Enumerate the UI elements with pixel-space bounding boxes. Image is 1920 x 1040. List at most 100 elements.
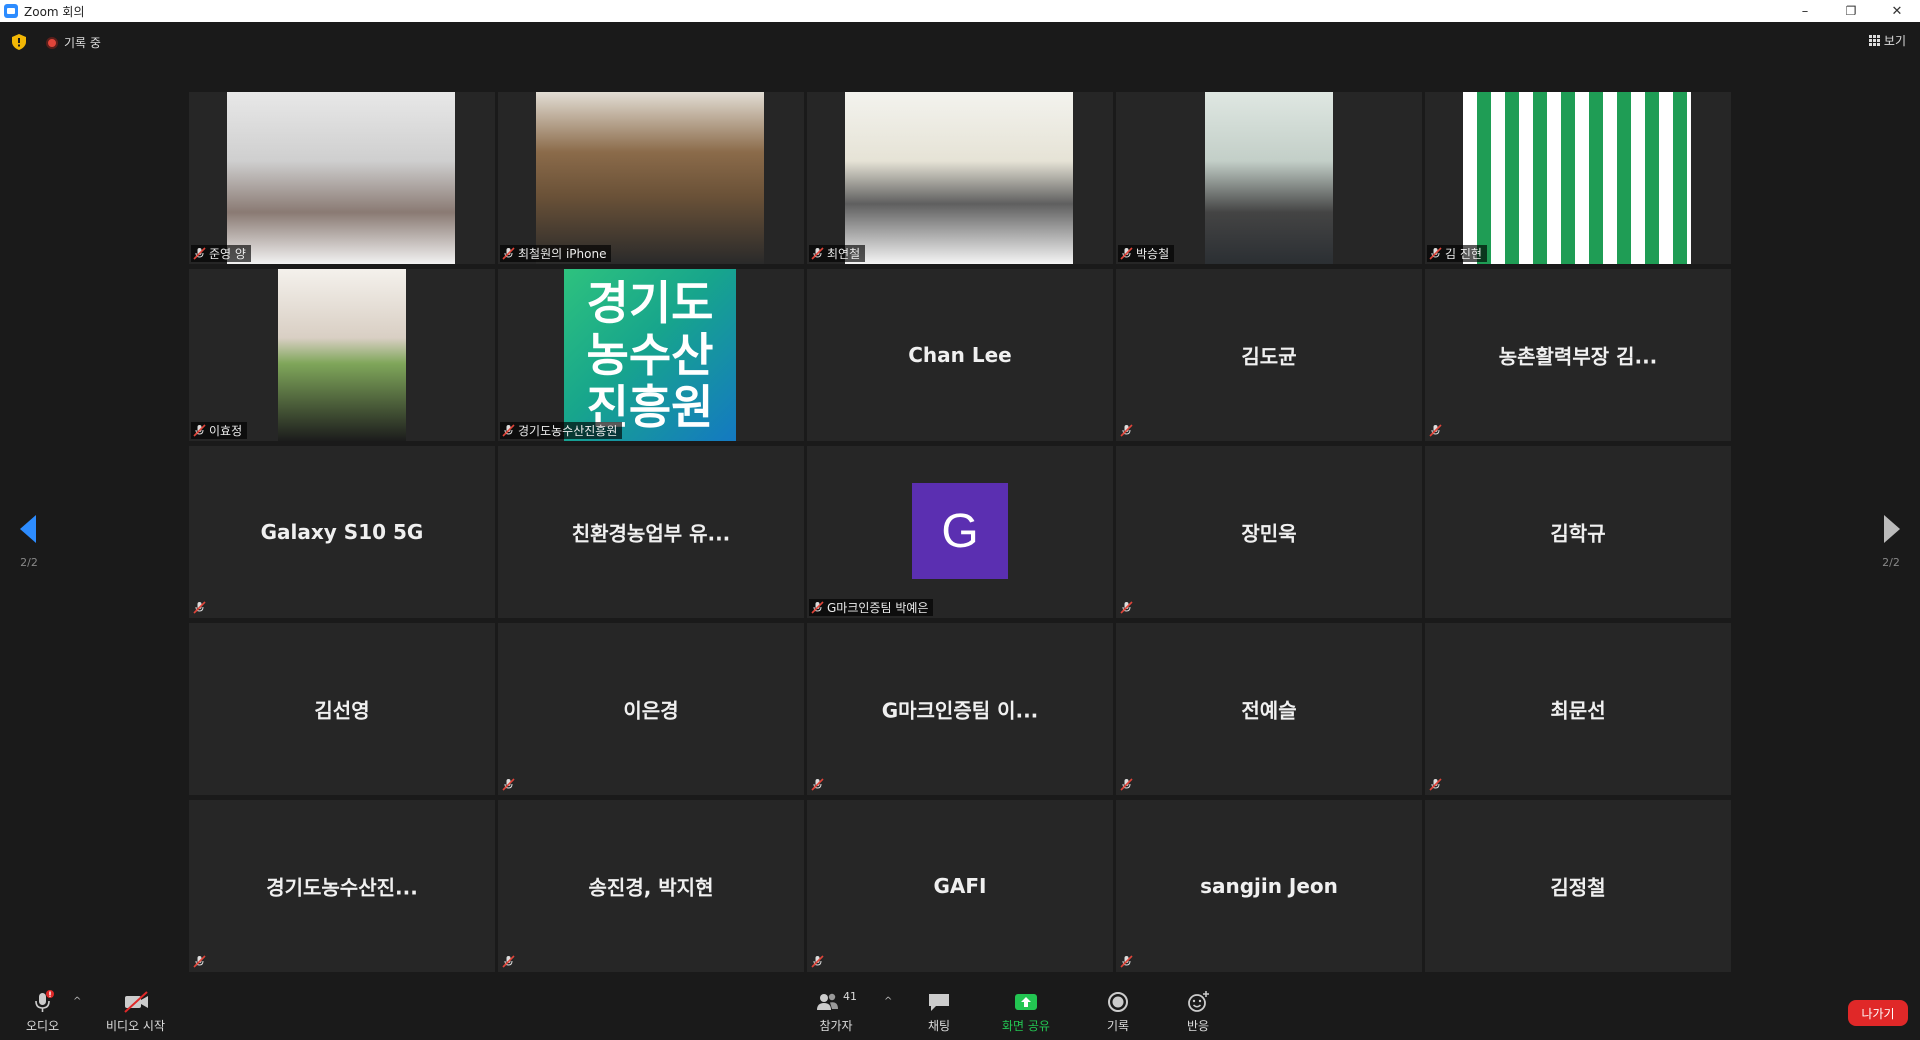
participant-name-label: 최연철: [809, 245, 866, 262]
window-titlebar: Zoom 회의 – ❐ ✕: [0, 0, 1920, 22]
participant-video: [1463, 92, 1691, 264]
organization-logo-image: 경기도 농수산 진흥원: [564, 269, 736, 441]
participant-tile[interactable]: 경기도농수산진...: [189, 800, 495, 972]
mic-muted-icon: [811, 778, 824, 791]
participant-display-name: 김학규: [1550, 521, 1606, 546]
zoom-app-icon: [4, 4, 18, 18]
participant-display-name: GAFI: [933, 874, 987, 898]
participant-name-label: 준영 양: [191, 245, 251, 262]
mic-muted-icon: [193, 955, 206, 968]
participant-name-label: 이효정: [191, 422, 248, 439]
mic-muted-icon: [1120, 778, 1133, 791]
mic-muted-icon: [502, 424, 515, 437]
participant-tile[interactable]: 장민욱: [1116, 446, 1422, 618]
participant-display-name: 경기도농수산진...: [266, 875, 418, 900]
participant-tile[interactable]: 송진경, 박지현: [498, 800, 804, 972]
participant-tile[interactable]: 농촌활력부장 김...: [1425, 269, 1731, 441]
mic-muted-icon: [1429, 778, 1442, 791]
participant-tile[interactable]: 이은경: [498, 623, 804, 795]
participant-tile[interactable]: 친환경농업부 유...: [498, 446, 804, 618]
participants-button[interactable]: 41 참가자: [815, 990, 857, 1034]
restore-button[interactable]: ❐: [1828, 0, 1874, 22]
participant-tile[interactable]: Galaxy S10 5G: [189, 446, 495, 618]
mic-muted-icon: [1120, 247, 1133, 260]
participant-tile[interactable]: G G마크인증팀 박예은: [807, 446, 1113, 618]
meeting-topbar: 기록 중 보기: [0, 22, 1920, 64]
prev-page-indicator: 2/2: [20, 556, 38, 569]
participant-name-label: G마크인증팀 박예은: [809, 599, 934, 616]
participant-tile[interactable]: 김학규: [1425, 446, 1731, 618]
participant-display-name: Galaxy S10 5G: [260, 520, 424, 544]
share-screen-button[interactable]: 화면 공유: [1002, 990, 1050, 1034]
mic-muted-icon: [502, 778, 515, 791]
mic-muted-icon: [811, 601, 824, 614]
participant-display-name: 김도균: [1241, 344, 1297, 369]
participant-display-name: sangjin Jeon: [1200, 874, 1338, 898]
participant-video: [227, 92, 455, 264]
record-button[interactable]: 기록: [1105, 990, 1131, 1034]
mic-muted-icon: [1120, 601, 1133, 614]
participant-tile[interactable]: GAFI: [807, 800, 1113, 972]
window-title: Zoom 회의: [24, 4, 85, 19]
mic-muted-icon: [1120, 424, 1133, 437]
participant-tile[interactable]: 김정철: [1425, 800, 1731, 972]
participants-icon: [817, 993, 838, 1010]
participant-tile[interactable]: 준영 양: [189, 92, 495, 264]
participant-display-name: G마크인증팀 이...: [881, 698, 1039, 723]
minimize-button[interactable]: –: [1782, 0, 1828, 22]
emoji-reaction-icon: [1188, 991, 1209, 1012]
view-label: 보기: [1883, 34, 1906, 48]
participant-tile[interactable]: Chan Lee: [807, 269, 1113, 441]
participant-video: [536, 92, 764, 264]
participant-tile[interactable]: 박승철: [1116, 92, 1422, 264]
view-button[interactable]: 보기: [1868, 32, 1906, 49]
record-label: 기록: [1106, 1019, 1130, 1033]
start-video-button[interactable]: 비디오 시작: [106, 990, 165, 1034]
participant-video: [1205, 92, 1333, 264]
participant-tile[interactable]: 경기도 농수산 진흥원 경기도농수산진흥원: [498, 269, 804, 441]
participant-tile[interactable]: 전예슬: [1116, 623, 1422, 795]
participant-display-name: 이은경: [623, 698, 679, 723]
mic-muted-icon: [193, 424, 206, 437]
participant-tile[interactable]: 최문선: [1425, 623, 1731, 795]
next-page-indicator: 2/2: [1882, 556, 1900, 569]
participant-tile[interactable]: G마크인증팀 이...: [807, 623, 1113, 795]
participant-video: [845, 92, 1073, 264]
audio-button[interactable]: 오디오: [26, 990, 59, 1034]
shield-icon[interactable]: [12, 34, 26, 50]
participant-tile[interactable]: 최연철: [807, 92, 1113, 264]
prev-page-arrow-icon[interactable]: [20, 515, 36, 543]
participant-display-name: 송진경, 박지현: [588, 875, 714, 900]
reactions-button[interactable]: 반응: [1185, 990, 1211, 1034]
meeting-toolbar: 오디오 ^ 비디오 시작 41 참가자 ^ 채팅 화면 공유 기록 반응 나가기: [0, 976, 1920, 1040]
participant-display-name: 김선영: [314, 698, 370, 723]
chat-button[interactable]: 채팅: [926, 990, 952, 1034]
mic-muted-icon: [502, 955, 515, 968]
close-button[interactable]: ✕: [1874, 0, 1920, 22]
participant-display-name: Chan Lee: [908, 343, 1012, 367]
mic-muted-icon: [193, 601, 206, 614]
participant-display-name: 친환경농업부 유...: [571, 521, 731, 546]
grid-view-icon: [1868, 35, 1880, 46]
participant-tile[interactable]: 김도균: [1116, 269, 1422, 441]
leave-meeting-button[interactable]: 나가기: [1848, 1000, 1908, 1026]
participant-display-name: 김정철: [1550, 875, 1606, 900]
participant-tile[interactable]: sangjin Jeon: [1116, 800, 1422, 972]
participants-options-chevron-up-icon[interactable]: ^: [884, 996, 892, 1007]
participant-tile[interactable]: 이효정: [189, 269, 495, 441]
mic-muted-icon: [1429, 247, 1442, 260]
audio-options-chevron-up-icon[interactable]: ^: [73, 996, 81, 1007]
participants-label: 참가자: [819, 1019, 853, 1033]
next-page-arrow-icon[interactable]: [1884, 515, 1900, 543]
participant-display-name: 장민욱: [1241, 521, 1297, 546]
participant-tile[interactable]: 김선영: [189, 623, 495, 795]
mic-muted-icon: [1120, 955, 1133, 968]
reactions-label: 반응: [1186, 1019, 1210, 1033]
mic-muted-icon: [1429, 424, 1442, 437]
participant-name-label: 박승철: [1118, 245, 1175, 262]
participant-name-label: 최철원의 iPhone: [500, 245, 612, 262]
participant-name-label: 경기도농수산진흥원: [500, 422, 623, 439]
participant-tile[interactable]: 최철원의 iPhone: [498, 92, 804, 264]
record-icon: [1108, 992, 1128, 1012]
participant-tile[interactable]: 김 진현: [1425, 92, 1731, 264]
